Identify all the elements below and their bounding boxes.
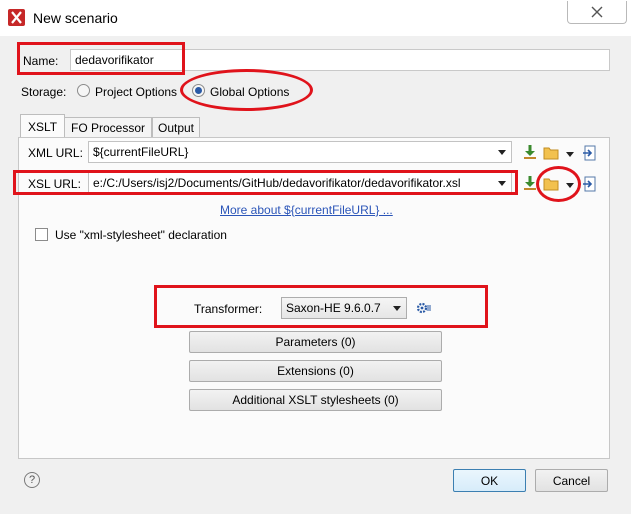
transformer-settings-icon[interactable] <box>416 300 432 316</box>
oxygen-app-icon <box>8 9 25 26</box>
global-options-radio[interactable] <box>192 84 205 97</box>
tab-xslt[interactable]: XSLT <box>20 114 65 138</box>
xsl-url-value: e:/C:/Users/isj2/Documents/GitHub/dedavo… <box>93 176 461 190</box>
transformer-label: Transformer: <box>194 302 263 316</box>
xsl-url-dropdown-icon <box>498 181 506 186</box>
extensions-button-label: Extensions (0) <box>277 364 354 378</box>
browse-folder-icon[interactable] <box>543 145 559 161</box>
extensions-button[interactable]: Extensions (0) <box>189 360 442 382</box>
insert-editor-variables-icon[interactable] <box>522 144 538 160</box>
name-label: Name: <box>23 54 59 68</box>
storage-label: Storage: <box>21 85 67 99</box>
parameters-button-label: Parameters (0) <box>275 335 356 349</box>
xml-stylesheet-checkbox[interactable] <box>35 228 48 241</box>
help-icon[interactable]: ? <box>24 472 40 488</box>
project-options-radio[interactable] <box>77 84 90 97</box>
tab-fo-processor-label: FO Processor <box>70 121 145 135</box>
tab-output[interactable]: Output <box>152 117 200 138</box>
tab-output-label: Output <box>157 121 195 135</box>
ok-button-label: OK <box>480 473 499 488</box>
xml-url-dropdown-icon <box>498 150 506 155</box>
transformer-select[interactable]: Saxon-HE 9.6.0.7 <box>281 297 407 319</box>
name-input[interactable] <box>70 49 610 71</box>
xml-stylesheet-label: Use "xml-stylesheet" declaration <box>55 228 227 242</box>
xml-url-label: XML URL: <box>28 146 83 160</box>
project-options-label: Project Options <box>95 85 178 99</box>
title-bar: New scenario <box>0 0 631 37</box>
global-options-label: Global Options <box>210 85 290 99</box>
xml-url-combo[interactable]: ${currentFileURL} <box>88 141 512 163</box>
browse-dropdown-icon[interactable] <box>566 152 574 157</box>
more-about-link[interactable]: More about ${currentFileURL} ... <box>220 203 393 217</box>
ok-button[interactable]: OK <box>453 469 526 492</box>
xsl-url-combo[interactable]: e:/C:/Users/isj2/Documents/GitHub/dedavo… <box>88 172 512 194</box>
parameters-button[interactable]: Parameters (0) <box>189 331 442 353</box>
browse-folder-icon[interactable] <box>543 176 559 192</box>
transformer-value: Saxon-HE 9.6.0.7 <box>286 301 381 315</box>
cancel-button-label: Cancel <box>552 473 591 488</box>
additional-xslt-stylesheets-button-label: Additional XSLT stylesheets (0) <box>232 393 399 407</box>
open-in-editor-icon[interactable] <box>582 176 598 192</box>
additional-xslt-stylesheets-button[interactable]: Additional XSLT stylesheets (0) <box>189 389 442 411</box>
window-title: New scenario <box>33 10 118 26</box>
tab-fo-processor[interactable]: FO Processor <box>64 117 152 138</box>
insert-editor-variables-icon[interactable] <box>522 175 538 191</box>
window-close-button[interactable] <box>567 1 627 24</box>
xsl-url-label: XSL URL: <box>28 177 81 191</box>
tab-xslt-label: XSLT <box>27 119 58 134</box>
transformer-dropdown-icon <box>393 306 401 311</box>
help-icon-glyph: ? <box>28 474 36 486</box>
browse-dropdown-icon[interactable] <box>566 183 574 188</box>
cancel-button[interactable]: Cancel <box>535 469 608 492</box>
open-in-editor-icon[interactable] <box>582 145 598 161</box>
close-icon <box>591 6 603 18</box>
xml-url-value: ${currentFileURL} <box>93 145 189 159</box>
